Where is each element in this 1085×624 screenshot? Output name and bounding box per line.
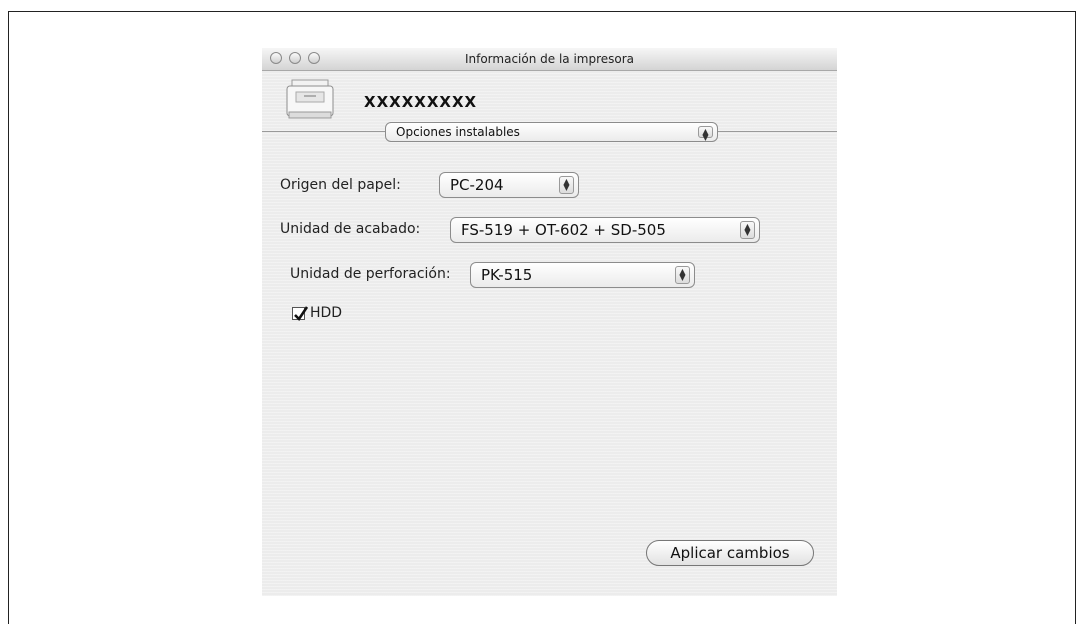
paper-source-value: PC-204 [450, 176, 504, 194]
paper-source-label: Origen del papel: [280, 177, 401, 193]
punch-popup[interactable]: PK-515 ▲ ▼ [470, 262, 695, 288]
punch-value: PK-515 [481, 266, 533, 284]
popup-arrows-icon: ▲ ▼ [740, 221, 755, 239]
paper-source-popup[interactable]: PC-204 ▲ ▼ [439, 172, 579, 198]
window-title: Información de la impresora [464, 52, 635, 66]
section-popup-value: Opciones instalables [396, 125, 520, 139]
finisher-popup[interactable]: FS-519 + OT-602 + SD-505 ▲ ▼ [450, 217, 760, 243]
printer-icon [284, 78, 338, 122]
popup-arrows-icon: ▲ ▼ [675, 266, 690, 284]
divider-left [262, 131, 385, 132]
hdd-label[interactable]: HDD [310, 305, 342, 321]
printer-info-window: Información de la impresora XXXXXXXXX Op… [262, 48, 837, 596]
popup-arrows-icon: ▲ ▼ [559, 176, 574, 194]
finisher-label: Unidad de acabado: [280, 221, 421, 237]
hdd-checkbox[interactable] [292, 306, 309, 322]
finisher-value: FS-519 + OT-602 + SD-505 [461, 221, 666, 239]
printer-name: XXXXXXXXX [364, 93, 478, 111]
title-bar[interactable]: Información de la impresora [262, 48, 837, 71]
checkmark-icon [294, 306, 309, 322]
apply-changes-button[interactable]: Aplicar cambios [646, 540, 814, 566]
divider-right [718, 131, 837, 132]
popup-arrows-icon: ▲ ▼ [698, 126, 713, 142]
section-popup[interactable]: Opciones instalables ▲ ▼ [385, 122, 718, 142]
punch-label: Unidad de perforación: [290, 266, 451, 282]
